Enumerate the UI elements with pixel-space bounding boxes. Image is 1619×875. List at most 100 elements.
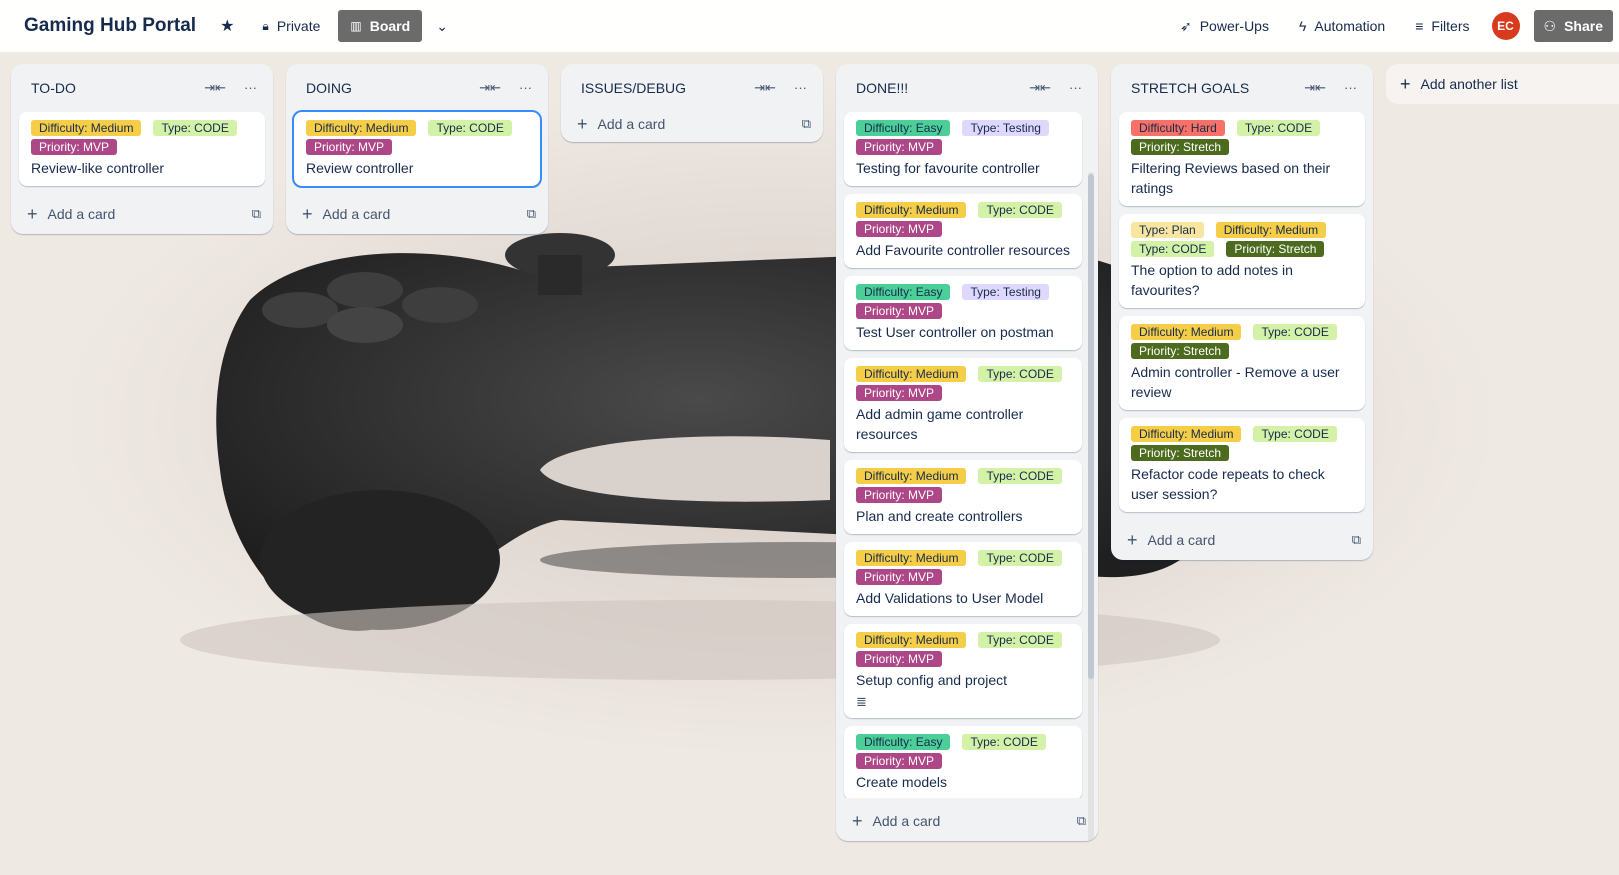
card-label[interactable]: Difficulty: Medium xyxy=(1131,426,1242,442)
card-label[interactable]: Priority: Stretch xyxy=(1131,343,1230,359)
filters-button[interactable]: ≡ Filters xyxy=(1407,10,1477,42)
card-label[interactable]: Difficulty: Medium xyxy=(1131,324,1242,340)
card[interactable]: Difficulty: Medium Type: CODE Priority: MV… xyxy=(844,194,1082,268)
card[interactable]: Difficulty: Medium Type: CODE Priority: St… xyxy=(1119,418,1365,512)
card-label[interactable]: Type: CODE xyxy=(1131,241,1215,257)
card-label[interactable]: Difficulty: Medium xyxy=(306,120,417,136)
card-label[interactable]: Type: CODE xyxy=(962,734,1046,750)
card-label[interactable]: Type: CODE xyxy=(978,468,1062,484)
collapse-icon[interactable]: ⇥⇤ xyxy=(204,80,226,96)
card-label[interactable]: Priority: MVP xyxy=(856,139,943,155)
add-card-button[interactable]: + Add a card ⧉ xyxy=(11,194,273,234)
share-button[interactable]: ⚇ Share xyxy=(1533,10,1613,42)
card[interactable]: Type: Plan Difficulty: Medium Type: CODE Pr… xyxy=(1119,214,1365,308)
card-label[interactable]: Priority: MVP xyxy=(856,569,943,585)
card[interactable]: Difficulty: Medium Type: CODE Priority: MV… xyxy=(844,460,1082,534)
card-template-icon[interactable]: ⧉ xyxy=(527,206,536,222)
card-label[interactable]: Priority: MVP xyxy=(856,487,943,503)
card-label[interactable]: Difficulty: Medium xyxy=(856,632,967,648)
card[interactable]: Difficulty: Hard Type: CODE Priority: Stre… xyxy=(1119,112,1365,206)
card-label[interactable]: Type: Plan xyxy=(1131,222,1204,238)
card-title: The option to add notes in favourites? xyxy=(1131,262,1293,298)
card-label[interactable]: Type: CODE xyxy=(978,366,1062,382)
card-label[interactable]: Type: CODE xyxy=(153,120,237,136)
add-card-button[interactable]: + Add a card ⧉ xyxy=(286,194,548,234)
automation-button[interactable]: ϟ Automation xyxy=(1291,10,1393,42)
list-title[interactable]: ISSUES/DEBUG xyxy=(581,80,754,96)
card-label[interactable]: Priority: MVP xyxy=(306,139,393,155)
card[interactable]: Difficulty: Medium Type: CODE Priority: MV… xyxy=(292,110,542,188)
more-icon[interactable]: ··· xyxy=(1344,80,1357,96)
card[interactable]: Difficulty: Medium Type: CODE Priority: MV… xyxy=(844,358,1082,452)
card[interactable]: Difficulty: Easy Type: Testing Priority: M… xyxy=(844,112,1082,186)
list-title[interactable]: TO-DO xyxy=(31,80,204,96)
card-label[interactable]: Priority: Stretch xyxy=(1131,139,1230,155)
card-label[interactable]: Priority: MVP xyxy=(31,139,118,155)
card-label[interactable]: Difficulty: Medium xyxy=(1215,222,1327,238)
card[interactable]: Difficulty: Medium Type: CODE Priority: MV… xyxy=(844,542,1082,616)
more-icon[interactable]: ··· xyxy=(244,80,257,96)
card-label[interactable]: Priority: MVP xyxy=(856,651,943,667)
add-card-button[interactable]: + Add a card ⧉ xyxy=(561,106,823,142)
star-button[interactable]: ★ xyxy=(212,10,242,42)
view-switcher-button[interactable]: ⌄ xyxy=(428,10,456,42)
add-card-button[interactable]: + Add a card ⧉ xyxy=(836,801,1098,841)
card-label[interactable]: Difficulty: Medium xyxy=(856,468,967,484)
card-label[interactable]: Difficulty: Easy xyxy=(856,284,951,300)
list-title[interactable]: DONE!!! xyxy=(856,80,1029,96)
card-label[interactable]: Priority: Stretch xyxy=(1226,241,1325,257)
add-card-label: Add a card xyxy=(597,116,666,132)
plus-icon: + xyxy=(577,114,588,134)
list-header-actions: ⇥⇤ ··· xyxy=(1029,80,1082,96)
card-label[interactable]: Difficulty: Medium xyxy=(856,366,967,382)
card-label[interactable]: Priority: MVP xyxy=(856,303,943,319)
scrollbar[interactable] xyxy=(1088,172,1094,841)
card-template-icon[interactable]: ⧉ xyxy=(1077,813,1086,829)
card-label[interactable]: Type: CODE xyxy=(1236,120,1321,136)
card[interactable]: Difficulty: Medium Type: CODE Priority: MV… xyxy=(19,112,265,186)
card-label[interactable]: Type: CODE xyxy=(428,120,512,136)
board-title[interactable]: Gaming Hub Portal xyxy=(24,15,196,37)
plus-icon: + xyxy=(27,204,38,224)
card-label[interactable]: Priority: MVP xyxy=(856,753,943,769)
avatar[interactable]: EC xyxy=(1491,12,1520,40)
add-another-list-button[interactable]: + Add another list xyxy=(1386,64,1619,104)
card[interactable]: Difficulty: Easy Type: CODE Priority: MVP C… xyxy=(844,726,1082,798)
collapse-icon[interactable]: ⇥⇤ xyxy=(479,80,501,96)
more-icon[interactable]: ··· xyxy=(794,80,807,96)
card-label[interactable]: Type: CODE xyxy=(978,550,1062,566)
scrollbar-thumb[interactable] xyxy=(1088,174,1094,679)
card-template-icon[interactable]: ⧉ xyxy=(802,116,811,132)
more-icon[interactable]: ··· xyxy=(1069,80,1082,96)
card-label[interactable]: Type: Testing xyxy=(962,120,1049,136)
card-label[interactable]: Difficulty: Medium xyxy=(31,120,142,136)
card-label[interactable]: Type: CODE xyxy=(1253,426,1337,442)
collapse-icon[interactable]: ⇥⇤ xyxy=(1304,80,1326,96)
card-label[interactable]: Priority: Stretch xyxy=(1131,445,1230,461)
collapse-icon[interactable]: ⇥⇤ xyxy=(1029,80,1051,96)
card[interactable]: Difficulty: Medium Type: CODE Priority: St… xyxy=(1119,316,1365,410)
board-view-button[interactable]: ▥ Board xyxy=(338,10,423,42)
more-icon[interactable]: ··· xyxy=(519,80,532,96)
add-card-button[interactable]: + Add a card ⧉ xyxy=(1111,520,1373,560)
card-label[interactable]: Priority: MVP xyxy=(856,221,943,237)
card[interactable]: Difficulty: Medium Type: CODE Priority: MV… xyxy=(844,624,1082,718)
list-title[interactable]: STRETCH GOALS xyxy=(1131,80,1304,96)
card-label[interactable]: Priority: MVP xyxy=(856,385,943,401)
collapse-icon[interactable]: ⇥⇤ xyxy=(754,80,776,96)
card-label[interactable]: Difficulty: Medium xyxy=(856,550,967,566)
visibility-button[interactable]: 🔒︎ Private xyxy=(254,10,328,42)
card-label[interactable]: Type: CODE xyxy=(978,202,1062,218)
power-ups-button[interactable]: ➶ Power-Ups xyxy=(1172,10,1277,42)
card-label[interactable]: Type: CODE xyxy=(1253,324,1337,340)
card[interactable]: Difficulty: Easy Type: Testing Priority: M… xyxy=(844,276,1082,350)
card-template-icon[interactable]: ⧉ xyxy=(1352,532,1361,548)
card-label[interactable]: Type: Testing xyxy=(962,284,1049,300)
card-template-icon[interactable]: ⧉ xyxy=(252,206,261,222)
card-label[interactable]: Difficulty: Easy xyxy=(856,120,951,136)
card-label[interactable]: Difficulty: Hard xyxy=(1131,120,1225,136)
card-label[interactable]: Type: CODE xyxy=(978,632,1062,648)
card-label[interactable]: Difficulty: Easy xyxy=(856,734,951,750)
card-label[interactable]: Difficulty: Medium xyxy=(856,202,967,218)
list-title[interactable]: DOING xyxy=(306,80,479,96)
